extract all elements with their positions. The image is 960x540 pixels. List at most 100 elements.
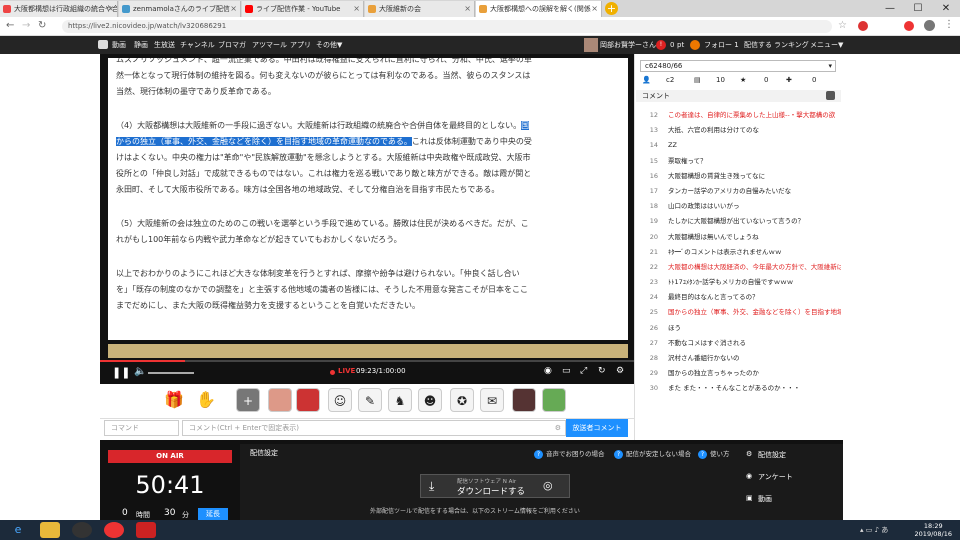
comment-row[interactable]: 26 ほう bbox=[636, 321, 841, 336]
bookmark-star-icon[interactable]: ☆ bbox=[838, 20, 847, 31]
comment-settings-icon[interactable] bbox=[826, 91, 835, 100]
gift-box-icon[interactable]: 🎁 bbox=[164, 390, 184, 409]
nav-item-seiga[interactable]: 静画 bbox=[134, 36, 148, 54]
comment-row[interactable]: 14 ZZ bbox=[636, 138, 841, 153]
item-thumbnail[interactable] bbox=[512, 388, 536, 412]
nav-item-atsumaru[interactable]: アツマール bbox=[252, 36, 287, 54]
item-thumbnail[interactable] bbox=[268, 388, 292, 412]
comment-row[interactable]: 22 大阪都の構想は大阪経済の、今年最大の方針で、大阪維新は外出 bbox=[636, 260, 841, 275]
help-usage-link[interactable]: ? 使い方 bbox=[698, 448, 730, 459]
item-thumbnail[interactable] bbox=[542, 388, 566, 412]
close-tab-icon[interactable]: × bbox=[464, 1, 471, 17]
nav-item-more[interactable]: その他▼ bbox=[316, 36, 342, 54]
comment-row[interactable]: 16 大阪都構想の賃貸生き残ってなに bbox=[636, 169, 841, 184]
settings-gear-icon[interactable]: ⚙ bbox=[555, 421, 561, 436]
extend-hours-value[interactable]: 0 bbox=[122, 508, 128, 518]
comment-row[interactable]: 29 国からの独立言っちゃったのか bbox=[636, 366, 841, 381]
extend-minutes-value[interactable]: 30 bbox=[164, 508, 175, 518]
comment-row[interactable]: 25 国からの独立（軍事、外交、金融などを除く）を目指す地域 bbox=[636, 305, 841, 320]
forward-icon[interactable]: → bbox=[22, 20, 30, 31]
comment-row[interactable]: 23 ﾄﾄ17ﾕﾒﾀﾝｶｰ話学もメリカの自慢ですｗｗｗ bbox=[636, 275, 841, 290]
item-icon[interactable]: ✎ bbox=[358, 388, 382, 412]
comment-row[interactable]: 15 票取権って？ bbox=[636, 154, 841, 169]
cheer-icon[interactable]: ✋ bbox=[196, 390, 216, 409]
comment-row[interactable]: 27 不動なコメはすぐ消される bbox=[636, 336, 841, 351]
comment-row[interactable]: 21 ｷﾀ━ﾞのコメントは表示されませんｗｗ bbox=[636, 245, 841, 260]
extend-button[interactable]: 延長 bbox=[198, 508, 228, 520]
item-icon[interactable]: ✪ bbox=[450, 388, 474, 412]
menu-broadcast-settings[interactable]: 配信設定 bbox=[758, 450, 786, 460]
download-nair-button[interactable]: ⤓ 配信ソフトウェア N Air ダウンロードする ◎ bbox=[420, 474, 570, 498]
menu-video[interactable]: 動画 bbox=[758, 494, 772, 504]
browser-tab[interactable]: 大阪都構想は行政組織の統合や合併自体を最終目的とはしない…× bbox=[0, 1, 118, 17]
fullscreen-icon[interactable]: ⤢ bbox=[580, 366, 587, 376]
comment-toggle-icon[interactable]: ▭ bbox=[562, 366, 571, 376]
browser-menu-icon[interactable]: ⋮ bbox=[944, 19, 954, 30]
browser-tab[interactable]: 大阪維新の会 × bbox=[365, 1, 475, 17]
ranking-link[interactable]: ランキング bbox=[774, 36, 809, 54]
command-input[interactable]: コマンド bbox=[104, 420, 179, 436]
close-tab-icon[interactable]: × bbox=[107, 1, 114, 17]
maximize-icon[interactable]: ☐ bbox=[904, 0, 932, 17]
nav-item-live[interactable]: 生放送 bbox=[154, 36, 175, 54]
item-icon[interactable]: ☺ bbox=[328, 388, 352, 412]
comment-row[interactable]: 19 たしかに大阪都構想が出ていないって言うの？ bbox=[636, 214, 841, 229]
profile-avatar[interactable] bbox=[924, 20, 935, 31]
obs-icon[interactable] bbox=[72, 522, 92, 538]
pause-icon[interactable]: ❚❚ bbox=[112, 366, 130, 379]
close-tab-icon[interactable]: × bbox=[591, 1, 598, 17]
menu-survey[interactable]: アンケート bbox=[758, 472, 793, 482]
browser-tab[interactable]: ライブ配信作業 - YouTube × bbox=[242, 1, 364, 17]
notification-badge-icon[interactable]: ! bbox=[656, 40, 666, 50]
comment-row[interactable]: 24 最終目的はなんと言ってるの？ bbox=[636, 290, 841, 305]
extension-icon[interactable] bbox=[858, 21, 868, 31]
send-comment-button[interactable]: 放送者コメント bbox=[566, 419, 628, 437]
chrome-icon[interactable] bbox=[104, 522, 124, 538]
nav-item-video[interactable]: 動画 bbox=[112, 36, 126, 54]
comment-row[interactable]: 20 大阪都構想は無いんでしょうね bbox=[636, 230, 841, 245]
settings-gear-icon[interactable]: ⚙ bbox=[616, 366, 624, 376]
comment-list[interactable]: 12 この者達は、自律的に票集めした上山様--・撃大都構の欲 13 大抵、六官の利用は… bbox=[636, 108, 841, 438]
close-tab-icon[interactable]: × bbox=[230, 1, 237, 17]
item-icon[interactable]: ♞ bbox=[388, 388, 412, 412]
user-name[interactable]: 岡部お賢学ーさん bbox=[600, 36, 656, 54]
back-icon[interactable]: ← bbox=[6, 20, 14, 31]
user-menu-link[interactable]: メニュー▼ bbox=[810, 36, 843, 54]
broadcast-link[interactable]: 配信する bbox=[744, 36, 772, 54]
comment-row[interactable]: 13 大抵、六官の利用は分けてのな bbox=[636, 123, 841, 138]
tray-icons[interactable]: ▴ ▭ ♪ あ bbox=[860, 525, 888, 535]
niconico-tv-icon[interactable] bbox=[98, 40, 108, 49]
comment-row[interactable]: 17 タンカー話学のアメリカの自慢みたいだな bbox=[636, 184, 841, 199]
eye-icon[interactable]: ◉ bbox=[544, 366, 552, 376]
room-dropdown[interactable]: c62480/66 ▾ bbox=[640, 60, 836, 72]
browser-tab[interactable]: zenmamolaさんのライブ配信 × bbox=[119, 1, 241, 17]
points-add-icon[interactable] bbox=[690, 40, 700, 50]
comment-row[interactable]: 12 この者達は、自律的に票集めした上山様--・撃大都構の欲 bbox=[636, 108, 841, 123]
close-tab-icon[interactable]: × bbox=[353, 1, 360, 17]
nav-item-app[interactable]: アプリ bbox=[290, 36, 311, 54]
add-item-icon[interactable]: + bbox=[236, 388, 260, 412]
comment-row[interactable]: 30 また また・・・そんなことがあるのか・・・ bbox=[636, 381, 841, 396]
reload-stream-icon[interactable]: ↻ bbox=[598, 366, 606, 376]
volume-slider[interactable] bbox=[148, 372, 194, 374]
extension-icon[interactable] bbox=[904, 21, 914, 31]
volume-icon[interactable]: 🔈 bbox=[134, 366, 146, 377]
comment-row[interactable]: 18 山口の政策ははいいがっ bbox=[636, 199, 841, 214]
help-audio-link[interactable]: ? 音声でお困りの場合 bbox=[534, 448, 605, 459]
comment-input[interactable]: コメント(Ctrl + Enterで固定表示) ⚙ bbox=[182, 420, 566, 436]
minimize-icon[interactable]: — bbox=[876, 0, 904, 17]
item-icon[interactable]: ☻ bbox=[418, 388, 442, 412]
taskbar-clock[interactable]: 18:29 2019/08/16 bbox=[915, 522, 952, 538]
item-thumbnail[interactable] bbox=[296, 388, 320, 412]
browser-tab-active[interactable]: 大阪都構想への誤解を解く(関係 × bbox=[476, 1, 602, 17]
url-field[interactable]: https://live2.nicovideo.jp/watch/lv32068… bbox=[62, 20, 832, 33]
new-tab-icon[interactable]: + bbox=[605, 2, 618, 15]
app-icon[interactable] bbox=[136, 522, 156, 538]
nav-item-blomaga[interactable]: ブロマガ bbox=[218, 36, 246, 54]
close-window-icon[interactable]: ✕ bbox=[932, 0, 960, 17]
help-unstable-link[interactable]: ? 配信が安定しない場合 bbox=[614, 448, 691, 459]
nav-item-channel[interactable]: チャンネル bbox=[180, 36, 215, 54]
user-avatar[interactable] bbox=[584, 38, 598, 52]
item-icon[interactable]: ✉ bbox=[480, 388, 504, 412]
follow-count[interactable]: フォロー 1 bbox=[704, 36, 739, 54]
